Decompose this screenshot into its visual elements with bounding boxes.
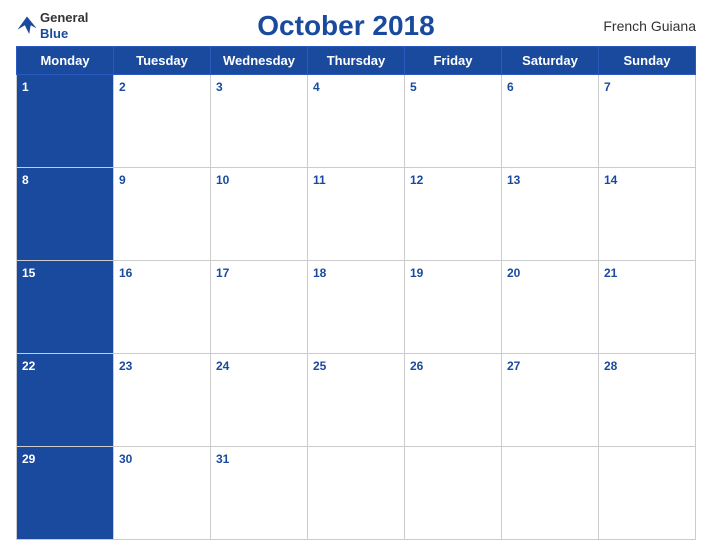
calendar-cell: 8 <box>17 168 114 261</box>
calendar-week-row: 8 9 10 11 12 13 14 <box>17 168 696 261</box>
calendar-cell: 11 <box>308 168 405 261</box>
day-of-week-header: Friday <box>405 47 502 75</box>
day-number: 26 <box>410 359 423 373</box>
day-number: 16 <box>119 266 132 280</box>
calendar-week-row: 22 23 24 25 26 27 28 <box>17 354 696 447</box>
day-number: 19 <box>410 266 423 280</box>
calendar-cell: 16 <box>114 261 211 354</box>
day-number: 10 <box>216 173 229 187</box>
day-number: 1 <box>22 80 29 94</box>
day-number: 8 <box>22 173 29 187</box>
brand-general: General <box>40 10 88 26</box>
day-number: 11 <box>313 173 326 187</box>
calendar-week-row: 15 16 17 18 19 20 21 <box>17 261 696 354</box>
calendar-header-row: MondayTuesdayWednesdayThursdayFridaySatu… <box>17 47 696 75</box>
day-number: 27 <box>507 359 520 373</box>
calendar-cell: 17 <box>211 261 308 354</box>
calendar-cell <box>599 447 696 540</box>
day-of-week-header: Sunday <box>599 47 696 75</box>
calendar-cell: 29 <box>17 447 114 540</box>
calendar-cell: 30 <box>114 447 211 540</box>
day-number: 12 <box>410 173 423 187</box>
calendar-cell: 3 <box>211 75 308 168</box>
day-number: 22 <box>22 359 35 373</box>
calendar-cell: 19 <box>405 261 502 354</box>
calendar-cell: 13 <box>502 168 599 261</box>
region-label: French Guiana <box>586 18 696 34</box>
calendar-cell <box>502 447 599 540</box>
day-number: 14 <box>604 173 617 187</box>
day-number: 18 <box>313 266 326 280</box>
day-number: 30 <box>119 452 132 466</box>
brand-blue: Blue <box>40 26 88 42</box>
day-number: 20 <box>507 266 520 280</box>
calendar-week-row: 29 30 31 <box>17 447 696 540</box>
calendar-cell: 18 <box>308 261 405 354</box>
calendar-cell: 25 <box>308 354 405 447</box>
calendar-cell: 1 <box>17 75 114 168</box>
calendar-week-row: 1 2 3 4 5 6 7 <box>17 75 696 168</box>
day-number: 28 <box>604 359 617 373</box>
logo-area: General Blue <box>16 10 106 41</box>
calendar-cell: 23 <box>114 354 211 447</box>
logo-bird-icon <box>16 15 38 37</box>
calendar-cell: 20 <box>502 261 599 354</box>
day-number: 15 <box>22 266 35 280</box>
calendar-cell: 4 <box>308 75 405 168</box>
day-number: 24 <box>216 359 229 373</box>
calendar-cell: 26 <box>405 354 502 447</box>
calendar-table: MondayTuesdayWednesdayThursdayFridaySatu… <box>16 46 696 540</box>
day-number: 6 <box>507 80 514 94</box>
day-number: 4 <box>313 80 320 94</box>
days-of-week-row: MondayTuesdayWednesdayThursdayFridaySatu… <box>17 47 696 75</box>
calendar-cell: 24 <box>211 354 308 447</box>
calendar-title: October 2018 <box>257 10 434 42</box>
calendar-cell: 14 <box>599 168 696 261</box>
calendar-cell: 12 <box>405 168 502 261</box>
calendar-title-area: October 2018 <box>257 10 434 42</box>
calendar-cell: 9 <box>114 168 211 261</box>
day-of-week-header: Monday <box>17 47 114 75</box>
calendar-cell: 27 <box>502 354 599 447</box>
calendar-cell: 5 <box>405 75 502 168</box>
calendar-body: 1234567891011121314151617181920212223242… <box>17 75 696 540</box>
day-number: 17 <box>216 266 229 280</box>
day-number: 7 <box>604 80 611 94</box>
calendar-cell: 7 <box>599 75 696 168</box>
calendar-cell: 6 <box>502 75 599 168</box>
day-of-week-header: Tuesday <box>114 47 211 75</box>
calendar-cell: 22 <box>17 354 114 447</box>
calendar-cell <box>308 447 405 540</box>
day-number: 5 <box>410 80 417 94</box>
day-number: 25 <box>313 359 326 373</box>
day-number: 9 <box>119 173 126 187</box>
day-of-week-header: Wednesday <box>211 47 308 75</box>
calendar-cell <box>405 447 502 540</box>
day-number: 3 <box>216 80 223 94</box>
calendar-cell: 31 <box>211 447 308 540</box>
day-number: 23 <box>119 359 132 373</box>
calendar-cell: 2 <box>114 75 211 168</box>
calendar-cell: 15 <box>17 261 114 354</box>
day-number: 31 <box>216 452 229 466</box>
calendar-cell: 10 <box>211 168 308 261</box>
day-number: 13 <box>507 173 520 187</box>
day-number: 21 <box>604 266 617 280</box>
day-of-week-header: Thursday <box>308 47 405 75</box>
day-of-week-header: Saturday <box>502 47 599 75</box>
day-number: 29 <box>22 452 35 466</box>
calendar-cell: 21 <box>599 261 696 354</box>
calendar-header: General Blue October 2018 French Guiana <box>16 10 696 42</box>
day-number: 2 <box>119 80 126 94</box>
calendar-cell: 28 <box>599 354 696 447</box>
